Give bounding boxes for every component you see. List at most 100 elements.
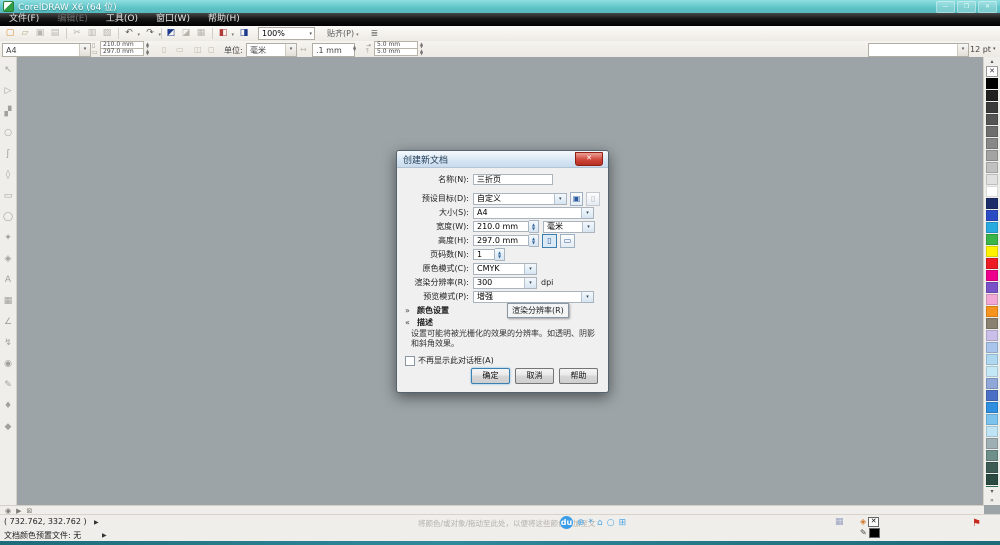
menu-edit[interactable]: 编辑(E) [48, 13, 97, 26]
width-unit-combo[interactable]: 毫米▾ [543, 221, 595, 233]
color-swatch[interactable] [986, 150, 998, 161]
color-swatch[interactable] [986, 186, 998, 197]
font-size-combo[interactable]: 12 pt ▾ [967, 43, 1000, 55]
spinner[interactable]: ▲▼ [418, 49, 425, 55]
close-button[interactable]: ✕ [978, 1, 997, 13]
color-swatch[interactable] [986, 222, 998, 233]
spinner[interactable]: ▲▼ [351, 45, 358, 51]
shape-tool-icon[interactable]: ▷ [2, 82, 14, 103]
color-swatch[interactable] [986, 378, 998, 389]
pages-spinner[interactable]: ▲▼ [495, 248, 505, 261]
pages-input[interactable]: 1 [473, 249, 495, 260]
preview-mode-combo[interactable]: 增强▾ [473, 291, 594, 303]
zoom-tool-icon[interactable]: ○ [2, 124, 14, 145]
paste-icon[interactable]: ▨ [100, 27, 114, 40]
outline-pen-tool-icon[interactable]: ♦ [2, 397, 14, 418]
preset-combo[interactable]: 自定义▾ [473, 193, 567, 205]
menu-help[interactable]: 帮助(H) [199, 13, 249, 26]
color-swatch[interactable] [986, 366, 998, 377]
page-height-input[interactable]: 297.0 mm [100, 48, 144, 56]
menu-file[interactable]: 文件(F) [0, 13, 48, 26]
expand-arrow-icon[interactable]: ▶ [94, 519, 99, 526]
color-swatch[interactable] [986, 342, 998, 353]
color-swatch[interactable] [986, 402, 998, 413]
color-swatch[interactable] [986, 234, 998, 245]
zoom-level-combo[interactable]: 100% ▾ [258, 27, 315, 40]
color-swatch[interactable] [986, 282, 998, 293]
nudge-offset-input[interactable]: .1 mm [312, 43, 355, 57]
expand-arrow-icon[interactable]: ▶ [102, 532, 107, 539]
color-swatch[interactable] [986, 90, 998, 101]
dimension-tool-icon[interactable]: ∠ [2, 313, 14, 334]
font-list-combo[interactable]: ▾ [868, 43, 969, 57]
height-input[interactable]: 297.0 mm [473, 235, 529, 246]
portrait-orientation-button[interactable]: ▯ [542, 234, 557, 248]
connector-tool-icon[interactable]: ↯ [2, 334, 14, 355]
menu-window[interactable]: 窗口(W) [147, 13, 199, 26]
color-settings-section[interactable]: » 颜色设置 [405, 304, 600, 316]
color-swatch[interactable] [986, 354, 998, 365]
color-swatch[interactable] [986, 450, 998, 461]
blend-tool-icon[interactable]: ◉ [2, 355, 14, 376]
color-swatch[interactable] [986, 174, 998, 185]
color-swatch[interactable] [986, 210, 998, 221]
save-icon[interactable]: ▣ [33, 27, 47, 40]
color-swatch[interactable] [986, 126, 998, 137]
color-swatch[interactable] [986, 474, 998, 485]
eyedropper-tool-icon[interactable]: ✎ [2, 376, 14, 397]
spinner[interactable]: ▲▼ [144, 49, 151, 55]
new-document-icon[interactable]: ▢ [3, 27, 17, 40]
dont-show-again-checkbox[interactable] [405, 356, 415, 366]
color-swatch[interactable] [986, 258, 998, 269]
cancel-button[interactable]: 取消 [515, 368, 554, 384]
color-swatch[interactable] [986, 306, 998, 317]
preset-save-icon[interactable]: ▣ [570, 192, 584, 206]
color-swatch[interactable] [986, 198, 998, 209]
resolution-combo[interactable]: 300▾ [473, 277, 537, 289]
rectangle-tool-icon[interactable]: ▭ [2, 187, 14, 208]
fullscreen-preview-icon[interactable]: ◨ [237, 27, 251, 40]
table-tool-icon[interactable]: ▦ [2, 292, 14, 313]
units-combo[interactable]: 毫米 ▾ [246, 43, 297, 57]
duplicate-y-input[interactable]: 5.0 mm [374, 48, 418, 56]
color-swatch[interactable] [986, 294, 998, 305]
snap-to-menu[interactable]: 贴齐(P)▾ [327, 28, 359, 39]
dialog-close-button[interactable]: ✕ [575, 152, 603, 166]
color-swatch[interactable] [986, 390, 998, 401]
welcome-screen-icon[interactable]: ◧ [216, 27, 230, 40]
no-color-swatch[interactable]: ✕ [986, 66, 998, 77]
menu-tools[interactable]: 工具(O) [97, 13, 147, 26]
landscape-button[interactable]: ▭ [176, 45, 184, 54]
color-swatch[interactable] [986, 246, 998, 257]
color-swatch[interactable] [986, 138, 998, 149]
palette-scroll-up[interactable]: ▴ [987, 57, 998, 66]
palette-scroll-down[interactable]: ▾ [987, 487, 998, 496]
export-icon[interactable]: ◪ [179, 27, 193, 40]
color-swatch[interactable] [986, 102, 998, 113]
portrait-button[interactable]: ▯ [162, 45, 166, 54]
preset-delete-icon[interactable]: ▯ [586, 192, 600, 206]
description-section[interactable]: « 描述 [405, 316, 600, 328]
import-icon[interactable]: ◩ [164, 27, 178, 40]
undo-icon[interactable]: ↶ [122, 27, 136, 40]
ok-button[interactable]: 确定 [471, 368, 510, 384]
width-input[interactable]: 210.0 mm [473, 221, 529, 232]
copy-icon[interactable]: ▥ [85, 27, 99, 40]
color-swatch[interactable] [986, 78, 998, 89]
palette-expand[interactable]: » [987, 496, 998, 505]
color-swatch[interactable] [986, 318, 998, 329]
pick-tool-icon[interactable]: ↖ [2, 61, 14, 82]
height-spinner[interactable]: ▲▼ [529, 234, 539, 247]
page-preset-combo[interactable]: A4 ▾ [2, 43, 91, 57]
color-swatch[interactable] [986, 426, 998, 437]
color-swatch[interactable] [986, 462, 998, 473]
redo-icon[interactable]: ↷ [143, 27, 157, 40]
open-icon[interactable]: ▱ [18, 27, 32, 40]
width-spinner[interactable]: ▲▼ [529, 220, 539, 233]
print-icon[interactable]: ▤ [48, 27, 62, 40]
help-button[interactable]: 帮助 [559, 368, 598, 384]
smart-fill-tool-icon[interactable]: ◊ [2, 166, 14, 187]
polygon-tool-icon[interactable]: ✦ [2, 229, 14, 250]
maximize-button[interactable]: ❐ [957, 1, 976, 13]
color-swatch[interactable] [986, 114, 998, 125]
